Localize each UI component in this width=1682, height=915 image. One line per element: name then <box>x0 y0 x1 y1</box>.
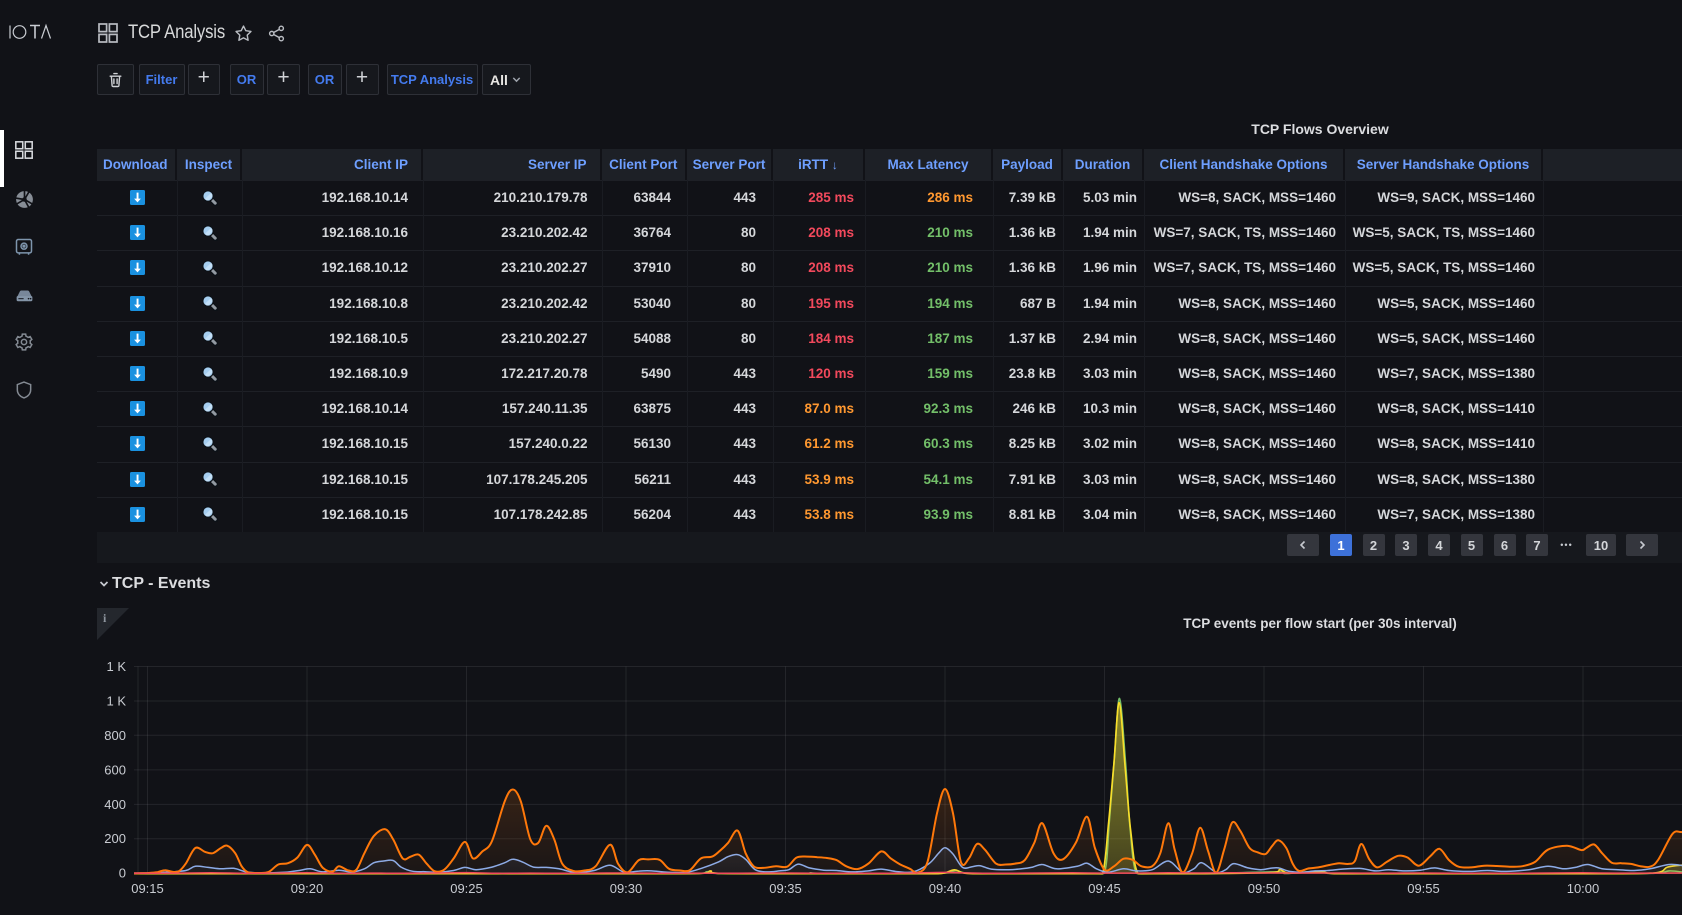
svg-text:09:30: 09:30 <box>610 881 643 896</box>
svg-text:1 K: 1 K <box>106 659 126 674</box>
svg-text:09:40: 09:40 <box>929 881 962 896</box>
svg-text:09:35: 09:35 <box>769 881 802 896</box>
svg-text:09:55: 09:55 <box>1407 881 1440 896</box>
svg-text:09:50: 09:50 <box>1248 881 1281 896</box>
svg-text:800: 800 <box>104 728 126 743</box>
svg-text:09:15: 09:15 <box>131 881 164 896</box>
svg-text:10:00: 10:00 <box>1567 881 1600 896</box>
svg-text:600: 600 <box>104 762 126 777</box>
svg-text:1 K: 1 K <box>106 694 126 709</box>
svg-text:0: 0 <box>119 866 126 881</box>
svg-text:09:25: 09:25 <box>450 881 483 896</box>
svg-text:200: 200 <box>104 831 126 846</box>
svg-text:09:45: 09:45 <box>1088 881 1121 896</box>
svg-text:09:20: 09:20 <box>291 881 324 896</box>
svg-text:400: 400 <box>104 797 126 812</box>
